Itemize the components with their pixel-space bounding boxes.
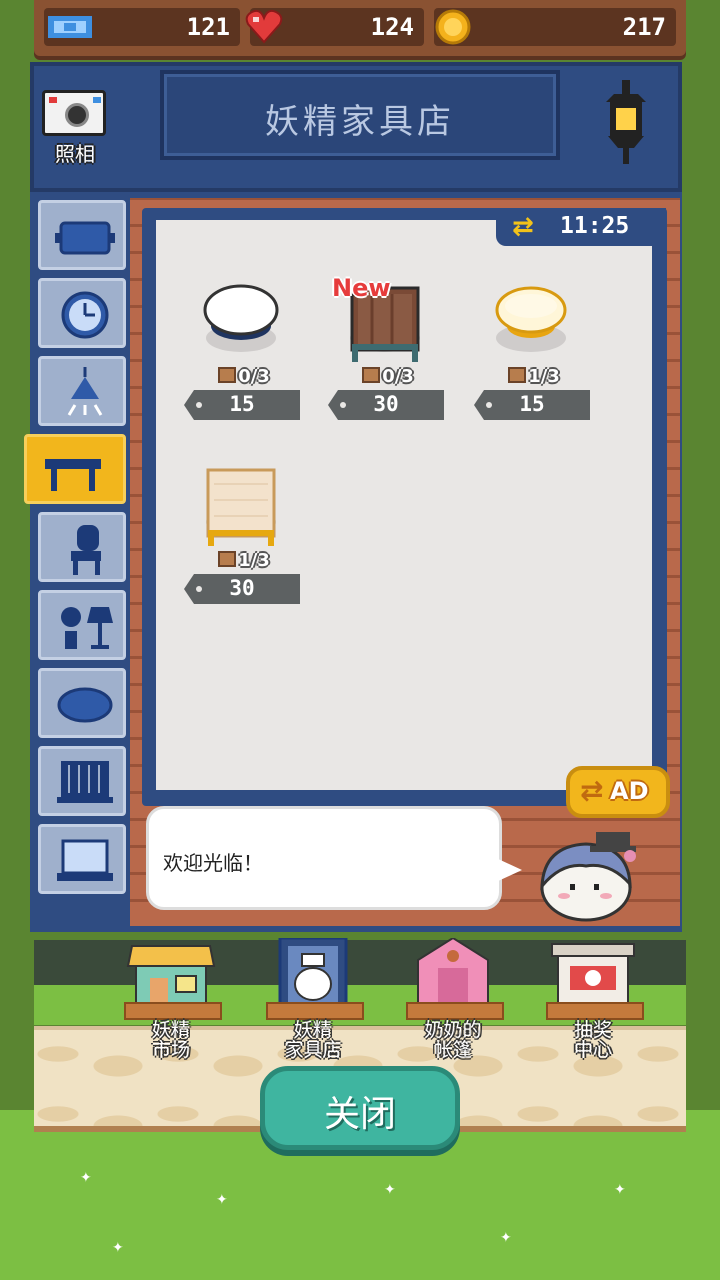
item-price: 30 [229,576,255,600]
nav-base [546,1002,644,1020]
market-stall-icon [126,945,216,1005]
clock-icon [61,291,109,339]
timer-text: 11:25 [560,213,630,239]
price-tag: 15 [184,390,300,420]
camera-label: 照相 [55,142,95,166]
shopkeeper-character [534,826,654,926]
ad-label: AD [610,777,649,805]
item-grid: 0/3 15 New 0/3 30 1/3 15 1/3 30 [156,220,652,790]
new-badge: New [332,274,391,302]
heart-count: 124 [370,13,414,41]
item-price: 15 [229,392,255,416]
tab-ceiling-lamp[interactable] [38,356,126,426]
ticket-count: 121 [186,13,230,41]
tab-rug[interactable] [38,668,126,738]
resource-bar: 121 124 217 [34,0,686,56]
shop-item-yellow-round-table[interactable]: 1/3 15 [474,280,594,430]
nav-label: 妖精 家具店 [284,1019,342,1061]
counter-icon [57,839,113,881]
nav-base [266,1002,364,1020]
shop-sign: 妖精家具店 [160,70,560,160]
coin-counter: 217 [434,8,676,46]
coin-count: 217 [622,13,666,41]
rug-icon [57,687,113,723]
yellow-round-table-icon [495,286,567,338]
speech-text: 欢迎光临！ [163,851,263,875]
lottery-booth-icon [551,943,635,1005]
tab-clock[interactable] [38,278,126,348]
tab-counter[interactable] [38,824,126,894]
camera-button[interactable]: 照相 [42,90,108,166]
item-stock: 0/3 [328,366,448,387]
shop-item-wooden-table[interactable]: New 0/3 30 [328,274,448,430]
speech-bubble: 欢迎光临！ [146,806,502,910]
nav-base [124,1002,222,1020]
wall-lamp-icon [598,80,654,170]
item-stock: 0/3 [184,366,304,387]
tab-plants[interactable] [38,590,126,660]
ceiling-lamp-icon [67,367,103,416]
nav-fairy-market[interactable]: 妖精 市场 [116,938,226,1064]
close-label: 关闭 [323,1094,396,1135]
tab-tray[interactable] [38,200,126,270]
item-stock: 1/3 [184,550,304,571]
shop-item-white-round-table[interactable]: 0/3 15 [184,280,304,430]
plant-lamp-icon [61,607,113,649]
nav-label: 奶奶的 帐篷 [424,1019,482,1061]
ad-refresh-button[interactable]: ⇄ AD [566,766,670,818]
window-icon [57,761,113,803]
ticket-counter: 121 [44,8,240,46]
chair-icon [71,525,101,575]
shop-item-pine-table[interactable]: 1/3 30 [184,464,304,614]
tab-window[interactable] [38,746,126,816]
sparkle-icon: ✦ [500,1230,512,1246]
refresh-timer: ⇄ 11:25 [496,208,666,246]
nav-base [406,1002,504,1020]
sparkle-icon: ✦ [614,1182,626,1198]
nav-fairy-furniture-shop[interactable]: 妖精 家具店 [258,936,368,1064]
price-tag: 30 [328,390,444,420]
item-price: 15 [519,392,545,416]
close-button[interactable]: 关闭 [260,1066,460,1150]
sparkle-icon: ✦ [112,1240,124,1256]
sparkle-icon: ✦ [384,1182,396,1198]
nav-label: 抽奖 中心 [573,1019,612,1061]
price-tag: 30 [184,574,300,604]
table-icon [45,459,101,491]
shop-title: 妖精家具店 [265,102,455,142]
sparkle-icon: ✦ [216,1192,228,1208]
tab-chair[interactable] [38,512,126,582]
heart-counter: 124 [245,8,424,46]
pine-table-icon [206,468,276,546]
white-round-table-icon [203,284,279,340]
sparkle-icon: ✦ [80,1170,92,1186]
camera-icon [42,90,106,136]
tent-icon [417,936,489,1005]
price-tag: 15 [474,390,590,420]
coin-icon [435,9,471,45]
nav-label: 妖精 市场 [151,1019,190,1061]
furniture-shop-icon [278,936,348,1006]
item-stock: 1/3 [474,366,594,387]
speech-tail [496,858,522,882]
heart-icon [245,9,283,44]
nav-grandma-tent[interactable]: 奶奶的 帐篷 [398,936,508,1064]
item-price: 30 [373,392,399,416]
refresh-icon: ⇄ [512,212,534,242]
tray-icon [55,221,115,255]
nav-lottery-center[interactable]: 抽奖 中心 [538,938,648,1064]
refresh-icon: ⇄ [580,774,604,807]
ticket-icon [48,16,92,38]
tab-table[interactable] [24,434,126,504]
